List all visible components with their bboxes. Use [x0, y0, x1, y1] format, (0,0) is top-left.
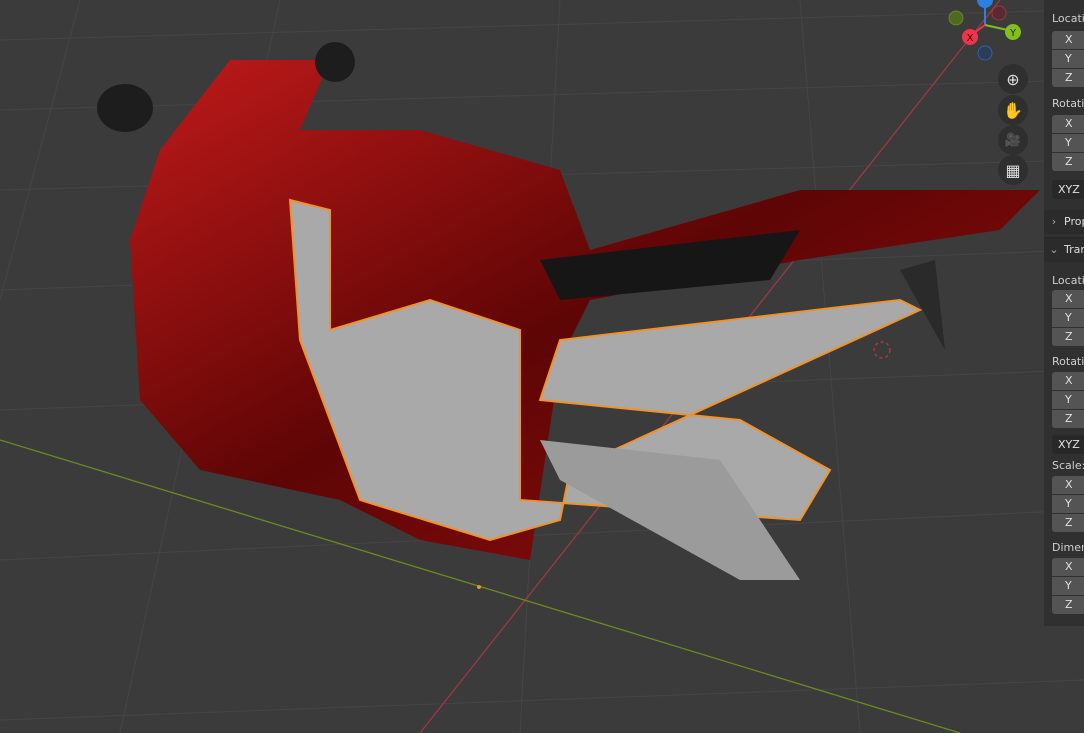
scale-z[interactable]: Z: [1052, 514, 1084, 532]
origin-point: [477, 585, 481, 589]
gizmo-neg-x: [991, 5, 1007, 21]
transform-header[interactable]: ⌄Transform: [1044, 237, 1084, 262]
magnifier-plus-icon: ⊕: [1006, 69, 1020, 89]
dimensions-z[interactable]: Z: [1052, 596, 1084, 614]
gizmo-neg-z: [977, 45, 993, 61]
rotation-x-field[interactable]: X: [1052, 115, 1084, 133]
transform-rotation-label: Rotation: [1052, 355, 1084, 368]
properties-header[interactable]: ›Properties: [1044, 210, 1084, 234]
pan-button[interactable]: ✋: [998, 95, 1028, 125]
svg-text:Y: Y: [1009, 28, 1017, 39]
dimensions-y[interactable]: Y: [1052, 577, 1084, 595]
transform-rotation-z[interactable]: Z: [1052, 410, 1084, 428]
scale-x[interactable]: X: [1052, 476, 1084, 494]
dimensions-x[interactable]: X: [1052, 558, 1084, 576]
transform-location-label: Location: [1052, 274, 1084, 287]
chevron-right-icon: ›: [1051, 215, 1057, 228]
grid-icon: ▦: [1005, 160, 1021, 180]
3d-viewport[interactable]: X Y: [0, 0, 1084, 733]
svg-text:X: X: [967, 33, 974, 44]
gizmo-z: [977, 0, 993, 8]
transform-location-z[interactable]: Z: [1052, 328, 1084, 346]
rotation-mode-select[interactable]: XYZ Euler: [1052, 180, 1084, 199]
chevron-down-icon: ⌄: [1049, 243, 1059, 256]
rotation-z-field[interactable]: Z: [1052, 153, 1084, 171]
camera-icon: 🎥: [1004, 132, 1022, 148]
transform-rotation-x[interactable]: X: [1052, 372, 1084, 390]
scale-label: Scale:: [1052, 459, 1084, 472]
transform-location-x[interactable]: X: [1052, 290, 1084, 308]
location-x-field[interactable]: X: [1052, 31, 1084, 49]
camera-view-button[interactable]: 🎥: [998, 125, 1028, 155]
rotation-y-field[interactable]: Y: [1052, 134, 1084, 152]
location-label: Location: [1052, 12, 1084, 25]
hand-icon: ✋: [1003, 100, 1023, 120]
dimensions-label: Dimensions:: [1052, 541, 1084, 554]
location-z-field[interactable]: Z: [1052, 69, 1084, 87]
transform-rotation-y[interactable]: Y: [1052, 391, 1084, 409]
location-y-field[interactable]: Y: [1052, 50, 1084, 68]
transform-rotation-mode-select[interactable]: XYZ Euler: [1052, 435, 1084, 454]
sidebar-panel: Location X Y Z Rotation X Y Z XYZ Euler …: [1044, 0, 1084, 626]
gizmo-neg-y: [948, 10, 964, 26]
zoom-button[interactable]: ⊕: [998, 64, 1028, 94]
perspective-toggle-button[interactable]: ▦: [998, 155, 1028, 185]
scale-y[interactable]: Y: [1052, 495, 1084, 513]
transform-location-y[interactable]: Y: [1052, 309, 1084, 327]
rotation-label: Rotation: [1052, 97, 1084, 110]
3d-cursor: [873, 341, 891, 359]
